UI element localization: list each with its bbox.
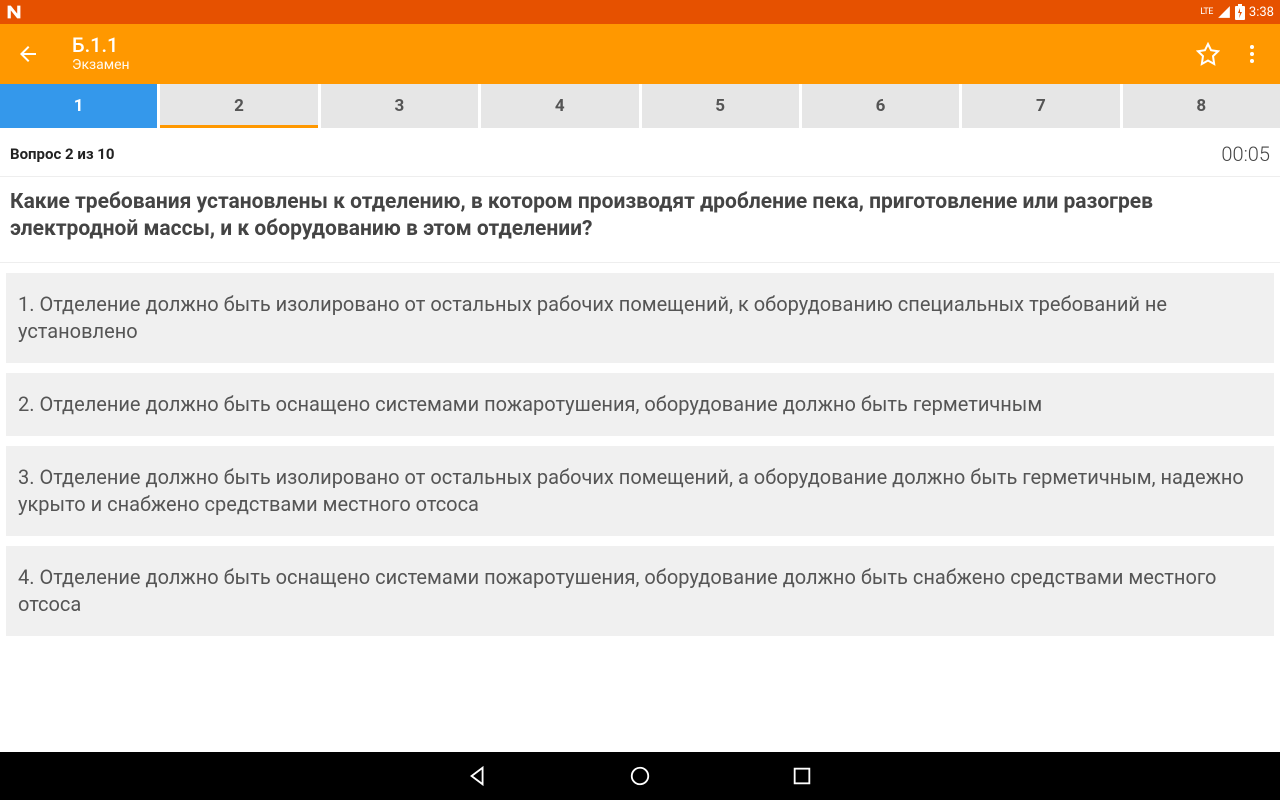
tab-question-3[interactable]: 3 bbox=[321, 84, 481, 128]
favorite-button[interactable] bbox=[1196, 42, 1220, 66]
android-nav-bar bbox=[0, 752, 1280, 800]
question-counter: Вопрос 2 из 10 bbox=[10, 145, 114, 163]
tab-question-5[interactable]: 5 bbox=[642, 84, 802, 128]
answer-option-3[interactable]: 3. Отделение должно быть изолировано от … bbox=[6, 446, 1274, 536]
tab-question-6[interactable]: 6 bbox=[802, 84, 962, 128]
lte-indicator: LTE bbox=[1200, 7, 1213, 17]
answer-option-2[interactable]: 2. Отделение должно быть оснащено систем… bbox=[6, 373, 1274, 436]
tab-question-2[interactable]: 2 bbox=[160, 84, 320, 128]
app-bar: Б.1.1 Экзамен bbox=[0, 24, 1280, 84]
question-text: Какие требования установлены к отделению… bbox=[0, 177, 1280, 263]
battery-charging-icon bbox=[1235, 4, 1245, 20]
page-title: Б.1.1 bbox=[72, 34, 1196, 56]
page-subtitle: Экзамен bbox=[72, 56, 1196, 74]
answer-option-4[interactable]: 4. Отделение должно быть оснащено систем… bbox=[6, 546, 1274, 636]
back-button[interactable] bbox=[16, 42, 40, 66]
tab-question-4[interactable]: 4 bbox=[481, 84, 641, 128]
tab-question-1[interactable]: 1 bbox=[0, 84, 160, 128]
tab-question-8[interactable]: 8 bbox=[1123, 84, 1280, 128]
status-bar: LTE 3:38 bbox=[0, 0, 1280, 24]
android-n-logo bbox=[6, 4, 22, 20]
status-time: 3:38 bbox=[1249, 5, 1274, 20]
more-menu-button[interactable] bbox=[1240, 42, 1264, 66]
nav-home-button[interactable] bbox=[629, 765, 651, 787]
nav-back-button[interactable] bbox=[467, 765, 489, 787]
content-area: Вопрос 2 из 10 00:05 Какие требования ус… bbox=[0, 128, 1280, 752]
timer: 00:05 bbox=[1221, 142, 1270, 166]
question-tabs: 12345678 bbox=[0, 84, 1280, 128]
answer-option-1[interactable]: 1. Отделение должно быть изолировано от … bbox=[6, 273, 1274, 363]
tab-question-7[interactable]: 7 bbox=[962, 84, 1122, 128]
nav-recent-button[interactable] bbox=[791, 765, 813, 787]
signal-icon bbox=[1217, 5, 1231, 19]
